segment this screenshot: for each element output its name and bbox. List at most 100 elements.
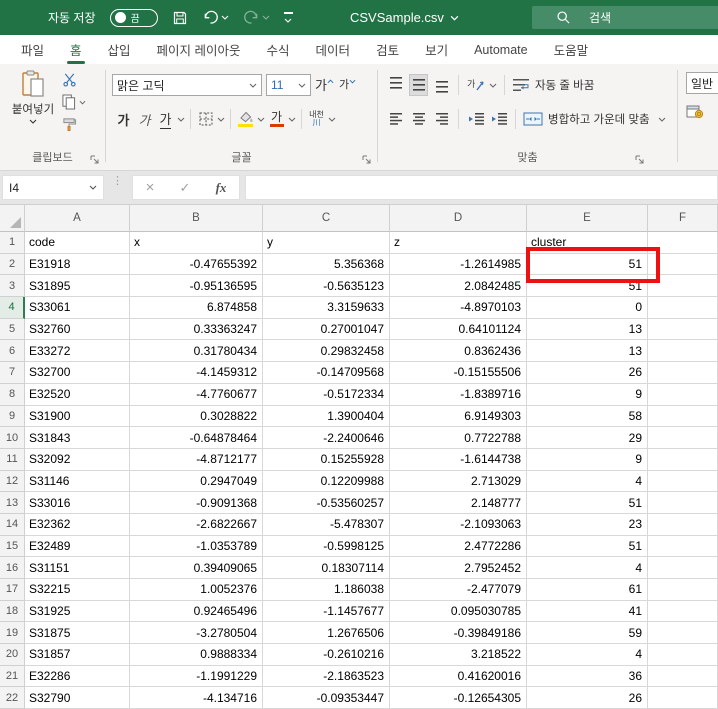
cell-D20[interactable]: 3.218522 (390, 644, 527, 666)
cell-B18[interactable]: 0.92465496 (130, 601, 263, 623)
cell-B11[interactable]: -4.8712177 (130, 449, 263, 471)
cell-C17[interactable]: 1.186038 (263, 579, 390, 601)
cell-B5[interactable]: 0.33363247 (130, 319, 263, 341)
row-header-11[interactable]: 11 (0, 449, 25, 471)
cell-D18[interactable]: 0.095030785 (390, 601, 527, 623)
cell-C21[interactable]: -2.1863523 (263, 666, 390, 688)
shrink-font-button[interactable]: 가 (338, 74, 357, 96)
cell-F22[interactable] (648, 687, 718, 709)
cell-A5[interactable]: S32760 (25, 319, 130, 341)
row-header-14[interactable]: 14 (0, 514, 25, 536)
cell-E3[interactable]: 51 (527, 275, 648, 297)
cell-D1[interactable]: z (390, 232, 527, 254)
format-painter-button[interactable] (62, 117, 77, 132)
cell-A10[interactable]: S31843 (25, 427, 130, 449)
cell-C6[interactable]: 0.29832458 (263, 340, 390, 362)
cell-C19[interactable]: 1.2676506 (263, 622, 390, 644)
cell-B17[interactable]: 1.0052376 (130, 579, 263, 601)
cell-B1[interactable]: x (130, 232, 263, 254)
cell-F12[interactable] (648, 471, 718, 493)
cell-E1[interactable]: cluster (527, 232, 648, 254)
tab-데이터[interactable]: 데이터 (303, 35, 364, 64)
row-header-5[interactable]: 5 (0, 319, 25, 341)
tab-페이지 레이아웃[interactable]: 페이지 레이아웃 (144, 35, 254, 64)
font-dialog-launcher-icon[interactable] (362, 155, 372, 165)
cell-C16[interactable]: 0.18307114 (263, 557, 390, 579)
cell-C20[interactable]: -0.2610216 (263, 644, 390, 666)
cell-C14[interactable]: -5.478307 (263, 514, 390, 536)
cell-B2[interactable]: -0.47655392 (130, 254, 263, 276)
cell-D3[interactable]: 2.0842485 (390, 275, 527, 297)
cell-C18[interactable]: -1.1457677 (263, 601, 390, 623)
tab-보기[interactable]: 보기 (412, 35, 461, 64)
cell-A8[interactable]: E32520 (25, 384, 130, 406)
bold-button[interactable]: 가 (114, 108, 133, 130)
column-header-C[interactable]: C (263, 205, 390, 232)
cell-A1[interactable]: code (25, 232, 130, 254)
autosave-toggle[interactable]: 끔 (110, 9, 158, 27)
cell-F7[interactable] (648, 362, 718, 384)
cell-E6[interactable]: 13 (527, 340, 648, 362)
cell-C7[interactable]: -0.14709568 (263, 362, 390, 384)
tab-홈[interactable]: 홈 (57, 35, 95, 64)
column-header-E[interactable]: E (527, 205, 648, 232)
cell-B12[interactable]: 0.2947049 (130, 471, 263, 493)
underline-button[interactable]: 가 (156, 108, 175, 130)
cell-B16[interactable]: 0.39409065 (130, 557, 263, 579)
row-header-15[interactable]: 15 (0, 536, 25, 558)
cell-F1[interactable] (648, 232, 718, 254)
undo-button[interactable] (202, 10, 229, 25)
cell-B4[interactable]: 6.874858 (130, 297, 263, 319)
cell-C9[interactable]: 1.3900404 (263, 406, 390, 428)
font-size-combo[interactable]: 11 (266, 74, 311, 96)
row-header-7[interactable]: 7 (0, 362, 25, 384)
row-header-20[interactable]: 20 (0, 644, 25, 666)
cell-A20[interactable]: S31857 (25, 644, 130, 666)
align-center-button[interactable] (409, 108, 428, 130)
cell-F6[interactable] (648, 340, 718, 362)
cell-A14[interactable]: E32362 (25, 514, 130, 536)
cell-B8[interactable]: -4.7760677 (130, 384, 263, 406)
cell-C4[interactable]: 3.3159633 (263, 297, 390, 319)
formula-input[interactable] (245, 175, 718, 200)
column-header-A[interactable]: A (25, 205, 130, 232)
cell-B9[interactable]: 0.3028822 (130, 406, 263, 428)
fill-color-button[interactable] (236, 108, 255, 130)
borders-button[interactable] (196, 108, 215, 130)
align-left-button[interactable] (386, 108, 405, 130)
row-header-19[interactable]: 19 (0, 622, 25, 644)
search-box[interactable]: 검색 (532, 6, 718, 29)
cell-E20[interactable]: 4 (527, 644, 648, 666)
cell-A18[interactable]: S31925 (25, 601, 130, 623)
cell-E4[interactable]: 0 (527, 297, 648, 319)
cell-E10[interactable]: 29 (527, 427, 648, 449)
cell-F14[interactable] (648, 514, 718, 536)
cell-F17[interactable] (648, 579, 718, 601)
cell-C2[interactable]: 5.356368 (263, 254, 390, 276)
font-name-combo[interactable]: 맑은 고딕 (112, 74, 262, 96)
cell-F19[interactable] (648, 622, 718, 644)
row-header-18[interactable]: 18 (0, 601, 25, 623)
cell-E16[interactable]: 4 (527, 557, 648, 579)
cell-C5[interactable]: 0.27001047 (263, 319, 390, 341)
cell-C1[interactable]: y (263, 232, 390, 254)
phonetic-button[interactable]: 내천川 (307, 108, 326, 130)
align-bottom-button[interactable] (432, 74, 451, 96)
cell-C13[interactable]: -0.53560257 (263, 492, 390, 514)
cell-A16[interactable]: S31151 (25, 557, 130, 579)
row-header-16[interactable]: 16 (0, 557, 25, 579)
font-color-button[interactable]: 가 (267, 108, 286, 130)
cut-button[interactable] (62, 72, 77, 87)
cell-F8[interactable] (648, 384, 718, 406)
cell-F16[interactable] (648, 557, 718, 579)
tab-검토[interactable]: 검토 (363, 35, 412, 64)
cell-C10[interactable]: -2.2400646 (263, 427, 390, 449)
enter-button[interactable]: ✓ (180, 180, 191, 196)
column-header-D[interactable]: D (390, 205, 527, 232)
cell-F20[interactable] (648, 644, 718, 666)
cell-B13[interactable]: -0.9091368 (130, 492, 263, 514)
cell-D9[interactable]: 6.9149303 (390, 406, 527, 428)
cell-A12[interactable]: S31146 (25, 471, 130, 493)
cell-C3[interactable]: -0.5635123 (263, 275, 390, 297)
row-header-8[interactable]: 8 (0, 384, 25, 406)
